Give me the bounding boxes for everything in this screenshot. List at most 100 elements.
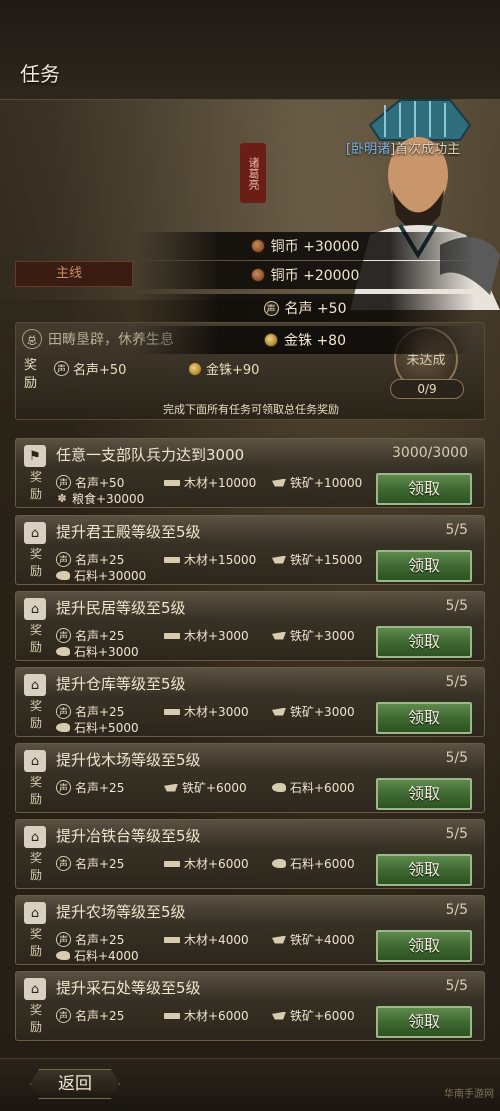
task-reward: 石料+5000: [56, 719, 139, 736]
reward-label: 奖励: [30, 623, 43, 654]
task-reward-text: 木材+6000: [184, 1009, 249, 1023]
task-reward-text: 名声+25: [75, 781, 125, 795]
task-reward-text: 名声+25: [75, 705, 125, 719]
task-reward: 木材+3000: [164, 703, 249, 720]
claim-button[interactable]: 领取: [376, 550, 472, 582]
task-reward: 铁矿+3000: [272, 627, 355, 644]
grain-icon: ✽: [57, 492, 67, 505]
fame-icon: 声: [56, 704, 71, 719]
wood-icon: [164, 936, 180, 943]
task-title: 提升冶铁台等级至5级: [56, 827, 201, 845]
gold-coin-icon: [264, 333, 278, 347]
claim-button[interactable]: 领取: [376, 1006, 472, 1038]
claim-button[interactable]: 领取: [376, 854, 472, 886]
task-reward: 声名声+25: [56, 855, 124, 872]
wood-icon: [164, 708, 180, 715]
fame-icon: 声: [56, 932, 71, 947]
task-reward-text: 石料+6000: [290, 857, 355, 871]
claim-button[interactable]: 领取: [376, 930, 472, 962]
hero-caption-name: [卧明诸: [346, 142, 391, 157]
popup-reward-row: 金铢 +80: [135, 326, 475, 354]
task-reward: 声名声+25: [56, 551, 124, 568]
task-reward-text: 名声+25: [75, 933, 125, 947]
task-reward-text: 木材+3000: [184, 705, 249, 719]
hero-caption: [卧明诸]首次成功主: [346, 138, 460, 157]
task-card: ⌂ 提升民居等级至5级 5/5 奖励声名声+25 木材+3000 铁矿+3000 石料+30…: [15, 591, 485, 661]
task-card: ⚑ 任意一支部队兵力达到3000 3000/3000 奖励声名声+50 木材+10000…: [15, 438, 485, 508]
claim-button[interactable]: 领取: [376, 473, 472, 505]
popup-reward-row: 铜币 +20000: [135, 261, 475, 289]
back-button[interactable]: 返回: [30, 1069, 120, 1099]
copper-coin-icon: [250, 268, 265, 282]
iron-icon: [272, 707, 286, 716]
popup-reward-row: 声 名声 +50: [135, 294, 475, 322]
stone-icon: [56, 951, 70, 960]
task-reward-text: 铁矿+15000: [290, 553, 363, 567]
task-reward: 木材+10000: [164, 474, 256, 491]
iron-icon: [272, 555, 286, 564]
task-reward: 铁矿+6000: [164, 779, 247, 796]
task-reward-text: 名声+25: [75, 857, 125, 871]
reward-label: 奖励: [30, 470, 43, 501]
page-title: 任务: [20, 62, 60, 86]
claim-button[interactable]: 领取: [376, 626, 472, 658]
task-title: 提升仓库等级至5级: [56, 675, 186, 693]
tab-mainline[interactable]: 主线: [15, 261, 133, 287]
task-title: 提升采石处等级至5级: [56, 979, 201, 997]
task-reward-text: 铁矿+6000: [182, 781, 247, 795]
wood-icon: [164, 556, 180, 563]
task-reward: 声名声+25: [56, 931, 124, 948]
quarry-icon: ⌂: [24, 978, 46, 1000]
reward-label: 奖励: [30, 775, 43, 806]
task-progress: 5/5: [445, 674, 468, 690]
task-progress: 5/5: [445, 902, 468, 918]
reward-label: 奖励: [30, 547, 43, 578]
task-reward: 木材+15000: [164, 551, 256, 568]
wood-icon: [164, 1012, 180, 1019]
task-reward-text: 石料+6000: [290, 781, 355, 795]
task-reward-text: 石料+5000: [74, 721, 139, 735]
chapter-reward: 金铢+90: [188, 359, 259, 378]
task-reward-text: 石料+4000: [74, 949, 139, 963]
task-reward-text: 名声+50: [75, 476, 125, 490]
fame-icon: 声: [56, 552, 71, 567]
claim-button[interactable]: 领取: [376, 702, 472, 734]
popup-reward-text: 金铢 +80: [284, 333, 346, 349]
task-card: ⌂ 提升冶铁台等级至5级 5/5 奖励声名声+25 木材+6000 石料+6000 领取: [15, 819, 485, 889]
task-title: 提升君王殿等级至5级: [56, 523, 201, 541]
fame-icon: 声: [56, 1008, 71, 1023]
iron-icon: [272, 631, 286, 640]
watermark: 华南手游网: [444, 1089, 494, 1100]
lumber-icon: ⌂: [24, 750, 46, 772]
wood-icon: [164, 632, 180, 639]
task-reward-text: 石料+3000: [74, 645, 139, 659]
task-progress: 5/5: [445, 978, 468, 994]
task-reward-text: 木材+3000: [184, 629, 249, 643]
task-reward: 铁矿+6000: [272, 1007, 355, 1024]
task-title: 提升农场等级至5级: [56, 903, 186, 921]
task-reward-text: 木材+10000: [184, 476, 257, 490]
fame-icon: 声: [56, 628, 71, 643]
task-reward-text: 名声+25: [75, 629, 125, 643]
task-reward: 铁矿+3000: [272, 703, 355, 720]
task-reward-text: 石料+30000: [74, 569, 147, 583]
task-reward: 铁矿+4000: [272, 931, 355, 948]
popup-reward-row: 铜币 +30000: [135, 232, 475, 260]
task-title: 提升伐木场等级至5级: [56, 751, 201, 769]
task-reward-text: 铁矿+3000: [290, 705, 355, 719]
stone-icon: [56, 723, 70, 732]
task-card: ⌂ 提升农场等级至5级 5/5 奖励声名声+25 木材+4000 铁矿+4000 石料+40…: [15, 895, 485, 965]
claim-button[interactable]: 领取: [376, 778, 472, 810]
task-reward: 声名声+50: [56, 474, 124, 491]
iron-icon: [272, 478, 286, 487]
task-reward-text: 铁矿+3000: [290, 629, 355, 643]
task-reward: 木材+3000: [164, 627, 249, 644]
fame-icon: 声: [56, 780, 71, 795]
task-card: ⌂ 提升仓库等级至5级 5/5 奖励声名声+25 木材+3000 铁矿+3000 石料+50…: [15, 667, 485, 737]
reward-label: 奖励: [30, 1003, 43, 1034]
task-reward: 铁矿+15000: [272, 551, 362, 568]
task-reward: 铁矿+10000: [272, 474, 362, 491]
task-title: 任意一支部队兵力达到3000: [56, 446, 245, 464]
stone-icon: [272, 859, 286, 868]
copper-coin-icon: [250, 239, 265, 253]
